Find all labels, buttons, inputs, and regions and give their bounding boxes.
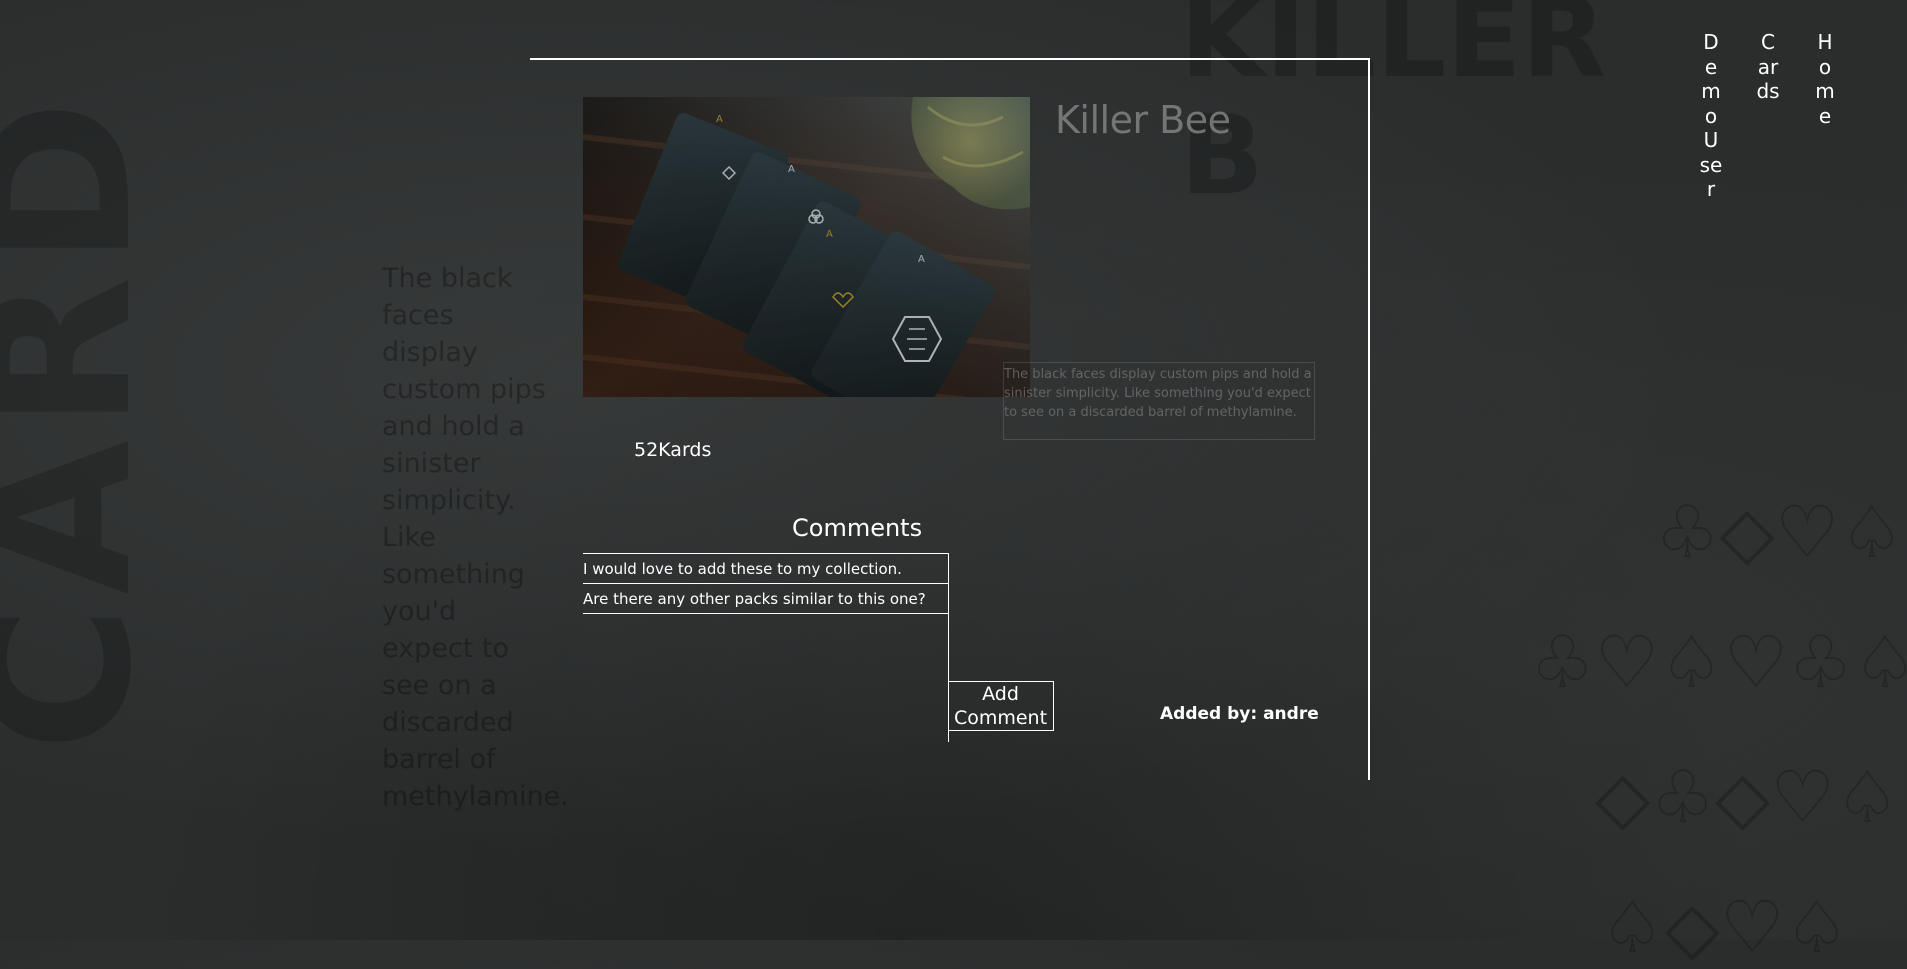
brand-name: 52Kards — [634, 439, 712, 461]
comment-item: Are there any other packs similar to thi… — [583, 584, 948, 614]
nav-home-link[interactable]: Home — [1813, 30, 1837, 128]
nav-user-link[interactable]: DemoUser — [1699, 30, 1723, 202]
product-image: A A A A — [583, 97, 1030, 397]
product-title: Killer Bee — [1055, 98, 1231, 142]
comments-list: I would love to add these to my collecti… — [583, 553, 949, 742]
background-suits-row: ◇♧◇♡♤ — [1595, 755, 1900, 839]
background-suits-row: ♧◇♡♤ — [1655, 490, 1905, 574]
nav-cards-link[interactable]: Cards — [1756, 30, 1780, 104]
add-comment-button[interactable]: Add Comment — [948, 681, 1054, 731]
faded-side-description: The black faces display custom pips and … — [382, 263, 569, 812]
product-description: The black faces display custom pips and … — [1003, 362, 1315, 440]
added-by-label: Added by: andre — [1160, 704, 1319, 724]
background-suits-row: ♤◇♡♤ — [1600, 885, 1850, 969]
comments-heading: Comments — [792, 514, 923, 542]
background-card-word: CARD — [0, 90, 176, 752]
background-suits-row: ♧♡♤♡♧♤ — [1530, 620, 1907, 704]
comment-item: I would love to add these to my collecti… — [583, 554, 948, 584]
